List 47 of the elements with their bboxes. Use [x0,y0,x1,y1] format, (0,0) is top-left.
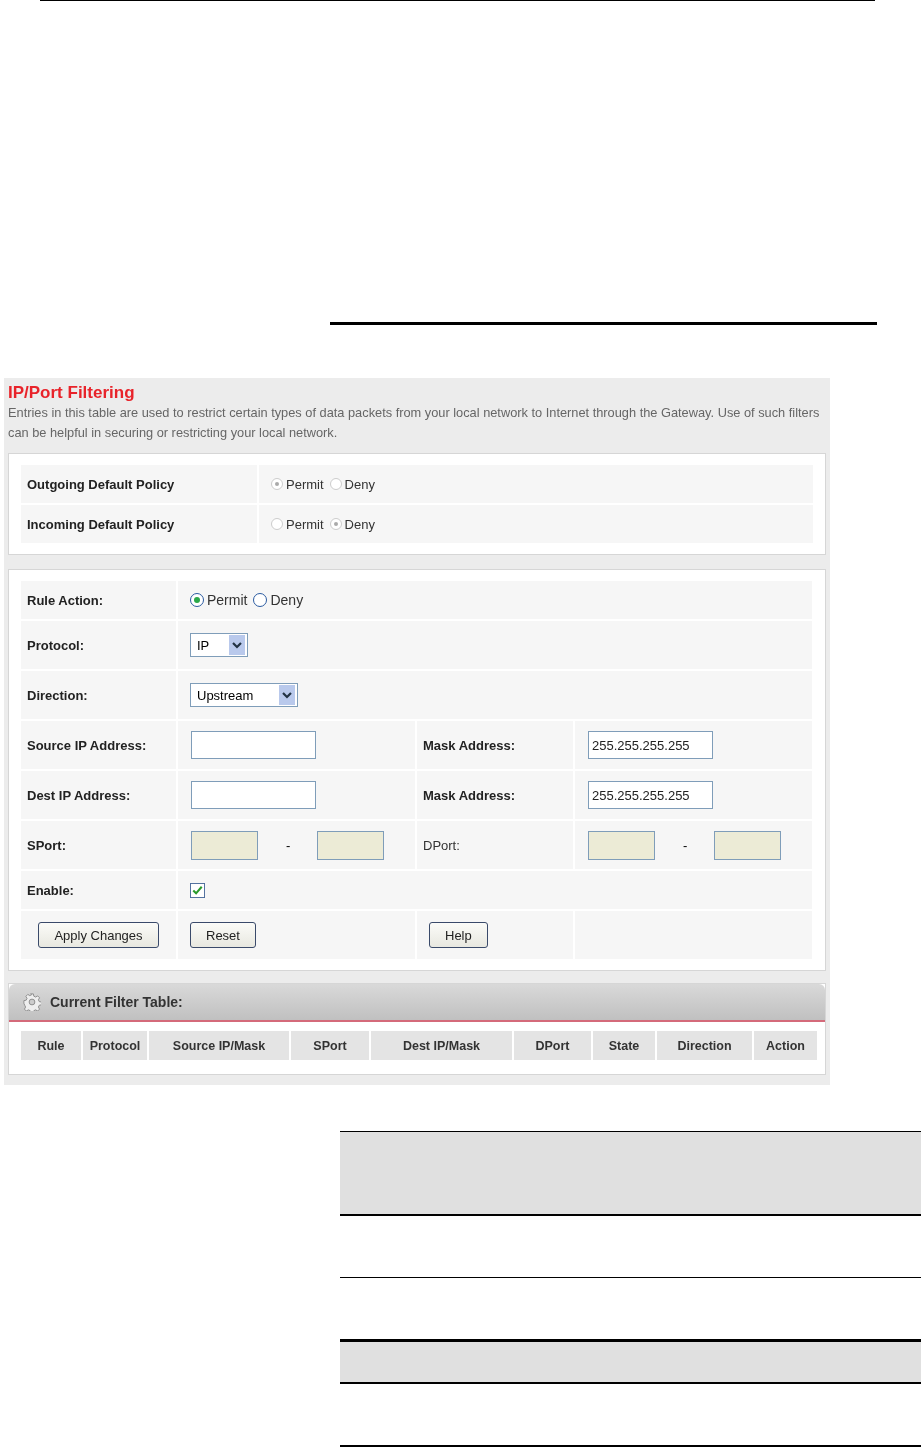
policy-label: Outgoing Default Policy [21,465,257,503]
page-description: Entries in this table are used to restrict certain types of data packets from your local network to Internet through the Gateway. Use of such filters can be helpful in securing or restricting your local network. [8,404,821,442]
column-header: Dest IP/Mask [371,1031,512,1060]
radio-label: Deny [344,516,375,532]
ip-address-field[interactable] [191,731,316,759]
field-label: Enable: [21,871,176,909]
radio-label: Deny [344,476,375,492]
caret-icon [279,685,295,705]
mask-address-field[interactable]: 255.255.255.255 [588,781,713,809]
ip-address-field[interactable] [191,781,316,809]
column-header: Rule [21,1031,81,1060]
reset-button[interactable]: Reset [190,922,256,948]
field-label: Source IP Address: [21,721,176,769]
column-header: Source IP/Mask [149,1031,289,1060]
field-label: Rule Action: [21,581,176,619]
field-label: Protocol: [21,621,176,669]
checkbox[interactable] [190,882,205,898]
range-dash: - [683,837,688,853]
field-label: SPort: [21,821,176,869]
field-label: DPort: [417,821,573,869]
help-button[interactable]: Help [429,922,488,948]
column-header: State [593,1031,655,1060]
dropdown[interactable]: IP [190,633,248,657]
field-label: Dest IP Address: [21,771,176,819]
caret-icon [229,635,245,655]
section-title: Current Filter Table: [50,994,183,1010]
radio-button[interactable] [190,593,204,607]
radio-label: Deny [270,592,304,608]
radio-label: Permit [286,476,324,492]
radio-label: Permit [286,516,324,532]
radio-label: Permit [207,592,248,608]
radio-button[interactable] [253,593,268,607]
page-title: IP/Port Filtering [8,383,136,403]
column-header: Direction [657,1031,752,1060]
field-label: Mask Address: [417,721,573,769]
policy-label: Incoming Default Policy [21,505,257,543]
dropdown[interactable]: Upstream [190,683,298,707]
column-header: Action [754,1031,817,1060]
gear-icon [23,993,41,1011]
apply-changes-button[interactable]: Apply Changes [38,922,159,948]
field-label: Direction: [21,671,176,719]
column-header: SPort [291,1031,369,1060]
field-label: Mask Address: [417,771,573,819]
mask-address-field[interactable]: 255.255.255.255 [588,731,713,759]
column-header: DPort [514,1031,591,1060]
range-dash: - [286,837,291,853]
column-header: Protocol [83,1031,147,1060]
